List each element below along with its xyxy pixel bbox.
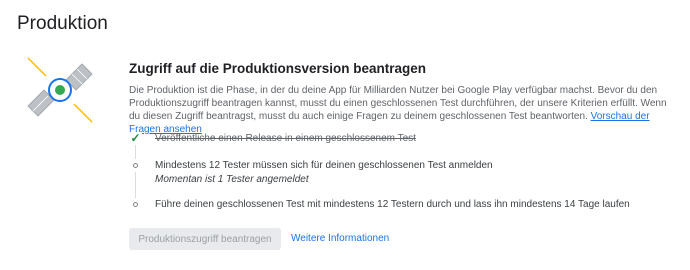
step-pending-marker bbox=[129, 159, 142, 172]
check-icon: ✓ bbox=[130, 131, 141, 145]
step-2-sublabel: Momentan ist 1 Tester angemeldet bbox=[155, 174, 309, 185]
step-connector bbox=[135, 144, 136, 204]
dot-icon bbox=[133, 202, 138, 207]
step-pending-marker bbox=[129, 198, 142, 211]
step-2-label: Mindestens 12 Tester müssen sich für dei… bbox=[155, 160, 493, 171]
step-done-marker: ✓ bbox=[129, 132, 142, 145]
dot-icon bbox=[133, 163, 138, 168]
description-text: Die Produktion ist die Phase, in der du … bbox=[129, 85, 667, 122]
page-title: Produktion bbox=[17, 13, 108, 34]
request-production-access-button[interactable]: Produktionszugriff beantragen bbox=[129, 228, 281, 250]
card-title: Zugriff auf die Produktionsversion beant… bbox=[129, 61, 427, 76]
satellite-illustration bbox=[27, 57, 93, 123]
more-info-link[interactable]: Weitere Informationen bbox=[291, 233, 389, 244]
step-1-label: Veröffentliche einen Release in einem ge… bbox=[155, 133, 416, 144]
step-3-label: Führe deinen geschlossenen Test mit mind… bbox=[155, 199, 630, 210]
requirements-steps: ✓ Veröffentliche einen Release in einem … bbox=[129, 128, 669, 218]
